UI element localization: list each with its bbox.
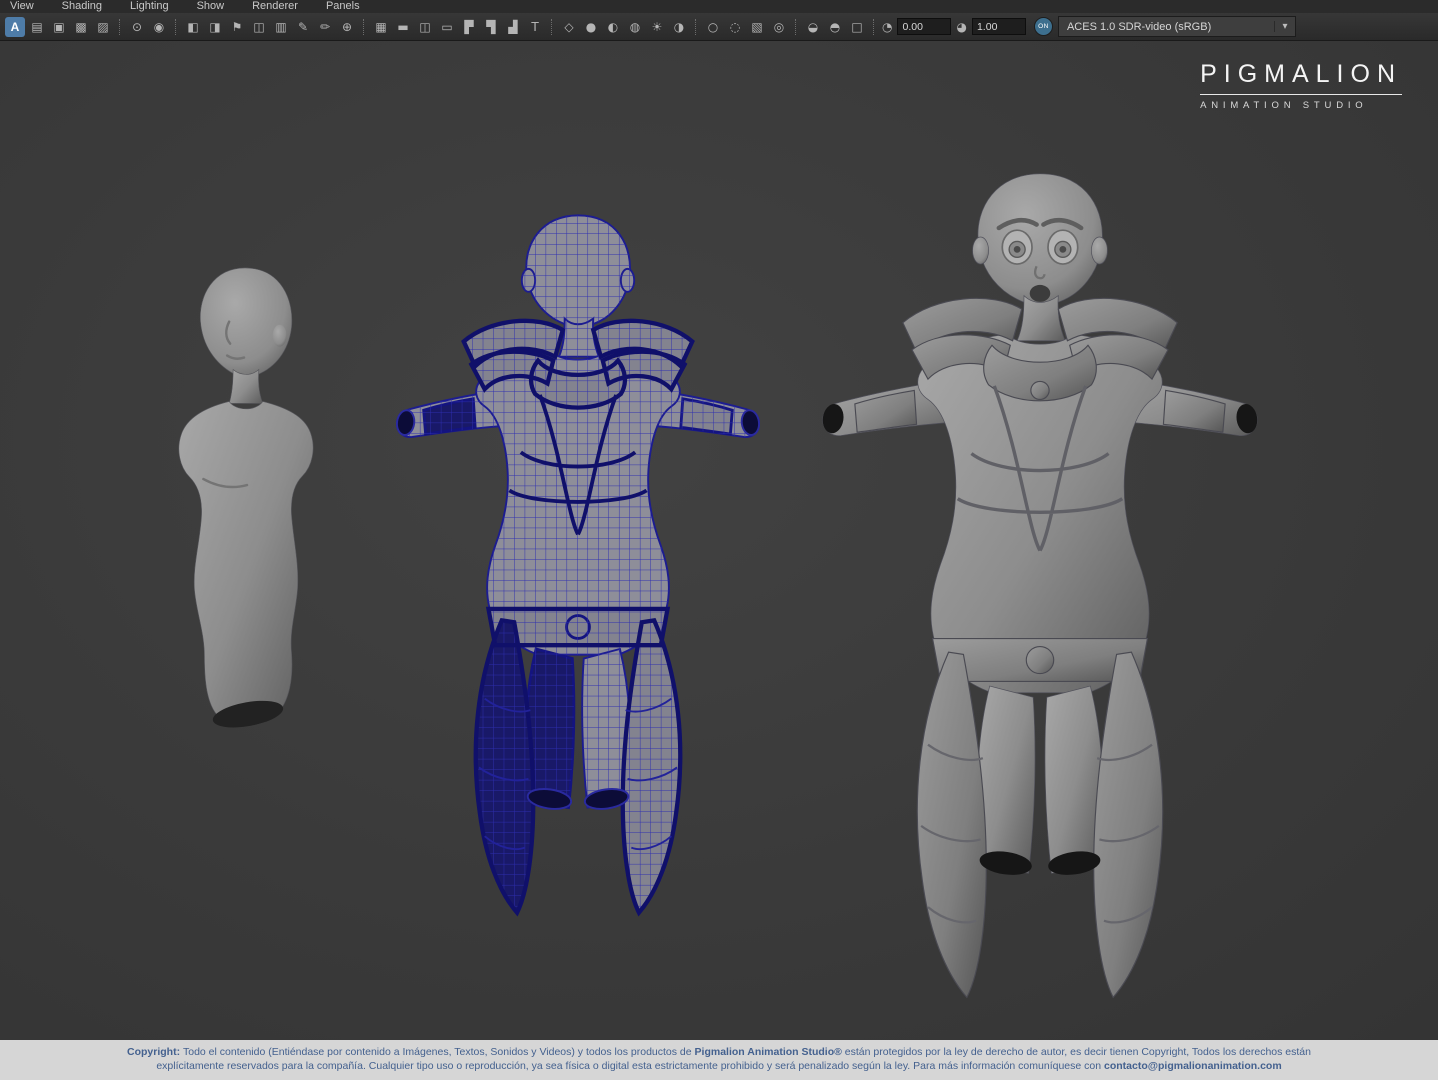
bust-ear (273, 325, 287, 347)
view-transform-toggle[interactable]: ON (1034, 17, 1053, 36)
model-wireframe[interactable] (378, 202, 778, 947)
open-mouth (1030, 285, 1051, 302)
menu-lighting[interactable]: Lighting (130, 0, 169, 13)
xray-icon[interactable]: ◌ (725, 17, 745, 37)
footer-bold-text: Copyright: (127, 1046, 183, 1058)
camera-icon[interactable]: ◧ (183, 17, 203, 37)
footer-text: están protegidos por la ley de derecho d… (842, 1046, 1311, 1058)
field-chart-icon[interactable]: ▛ (459, 17, 479, 37)
viewport-canvas[interactable]: PIGMALION ANIMATION STUDIO (0, 40, 1438, 1040)
bust-neck (229, 370, 263, 404)
exposure-icon[interactable]: ◔ (882, 20, 892, 34)
ear-right (1091, 237, 1107, 264)
safe-title-icon[interactable]: ▟ (503, 17, 523, 37)
bust-head (200, 268, 292, 377)
grid-icon[interactable]: ▦ (371, 17, 391, 37)
model-blockout-bust[interactable] (146, 252, 344, 750)
bust-torso (179, 401, 313, 725)
toolbar-separator (363, 19, 365, 35)
menu-shading[interactable]: Shading (62, 0, 102, 13)
image-plane-icon[interactable]: ◫ (249, 17, 269, 37)
menu-panels[interactable]: Panels (326, 0, 360, 13)
belt-buckle (1026, 647, 1053, 674)
flat-shade-icon[interactable]: ◐ (603, 17, 623, 37)
gate-mask-icon[interactable]: ▭ (437, 17, 457, 37)
toolbar-separator (795, 19, 797, 35)
hip-flap-left (917, 652, 986, 997)
default-material-icon[interactable]: ○ (703, 17, 723, 37)
colorspace-value: ACES 1.0 SDR-video (sRGB) (1067, 21, 1211, 33)
chest-gem (1031, 381, 1049, 399)
application-window: View Shading Lighting Show Renderer Pane… (0, 0, 1438, 1080)
menu-bar: View Shading Lighting Show Renderer Pane… (0, 0, 1438, 13)
checker-map-icon[interactable]: ▧ (747, 17, 767, 37)
select-component-icon[interactable]: ▩ (71, 17, 91, 37)
toolbar-separator (695, 19, 697, 35)
pencil-icon[interactable]: ✎ (293, 17, 313, 37)
footer-text: explícitamente reservados para la compañ… (156, 1060, 1104, 1072)
wireframe-cube-icon[interactable]: ◇ (559, 17, 579, 37)
status-toolbar: A▤▣▩▨⊙◉◧◨⚑◫▥✎✏⊕▦▬◫▭▛▜▟T◇●◐◍☀◑○◌▧◎◒◓□ ◔ ◕… (0, 13, 1438, 41)
menu-renderer[interactable]: Renderer (252, 0, 298, 13)
clapperboard-icon[interactable]: ▥ (271, 17, 291, 37)
footer-bold-text: contacto@pigmalionanimation.com (1104, 1060, 1282, 1072)
toolbar-separator (119, 19, 121, 35)
menu-view[interactable]: View (10, 0, 34, 13)
studio-logo: PIGMALION ANIMATION STUDIO (1200, 60, 1402, 111)
gamma-field[interactable] (972, 18, 1026, 35)
toolbar-separator (175, 19, 177, 35)
menu-show[interactable]: Show (197, 0, 225, 13)
copyright-line-2: explícitamente reservados para la compañ… (0, 1059, 1438, 1073)
chevron-down-icon[interactable]: ▾ (1274, 21, 1295, 32)
film-gate-icon[interactable]: ▬ (393, 17, 413, 37)
highlight-selection-icon[interactable]: ◉ (149, 17, 169, 37)
copyright-footer: Copyright: Todo el contenido (Entiéndase… (0, 1040, 1438, 1080)
select-object-icon[interactable]: ▣ (49, 17, 69, 37)
snapshot-icon[interactable]: □ (847, 17, 867, 37)
lighting-icon[interactable]: ☀ (647, 17, 667, 37)
toolbar-separator (551, 19, 553, 35)
wireframe-grid-overlay (378, 202, 778, 947)
playblast-icon[interactable]: ◨ (205, 17, 225, 37)
add-marker-icon[interactable]: ⊕ (337, 17, 357, 37)
toolbar-separator (873, 19, 875, 35)
paste-buffer-icon[interactable]: ◓ (825, 17, 845, 37)
isolate-select-icon[interactable]: ◎ (769, 17, 789, 37)
gamma-icon[interactable]: ◕ (956, 20, 966, 34)
neck (1017, 296, 1065, 341)
hud-text-icon[interactable]: T (525, 17, 545, 37)
logo-title: PIGMALION (1200, 60, 1402, 95)
lock-selection-icon[interactable]: ⊙ (127, 17, 147, 37)
resolution-gate-icon[interactable]: ◫ (415, 17, 435, 37)
colorspace-dropdown[interactable]: ACES 1.0 SDR-video (sRGB) ▾ (1058, 16, 1296, 37)
copy-buffer-icon[interactable]: ◒ (803, 17, 823, 37)
textured-shade-icon[interactable]: ◍ (625, 17, 645, 37)
logo-subtitle: ANIMATION STUDIO (1200, 100, 1402, 111)
exposure-field[interactable] (897, 18, 951, 35)
ear-left (973, 237, 989, 264)
hip-flap-right (1094, 652, 1163, 997)
footer-text: Todo el contenido (Entiéndase por conten… (183, 1046, 695, 1058)
grease-pencil-icon[interactable]: ✏ (315, 17, 335, 37)
select-hierarchy-icon[interactable]: ▤ (27, 17, 47, 37)
select-asset-icon[interactable]: ▨ (93, 17, 113, 37)
shadows-icon[interactable]: ◑ (669, 17, 689, 37)
smooth-shade-icon[interactable]: ● (581, 17, 601, 37)
model-final-sculpt[interactable] (800, 158, 1280, 1038)
bookmark-icon[interactable]: ⚑ (227, 17, 247, 37)
safe-action-icon[interactable]: ▜ (481, 17, 501, 37)
toolbar-icon-group: A▤▣▩▨⊙◉◧◨⚑◫▥✎✏⊕▦▬◫▭▛▜▟T◇●◐◍☀◑○◌▧◎◒◓□ (4, 17, 880, 37)
selection-mask-all-icon[interactable]: A (5, 17, 25, 37)
copyright-line-1: Copyright: Todo el contenido (Entiéndase… (0, 1045, 1438, 1059)
footer-bold-text: Pigmalion Animation Studio® (695, 1046, 842, 1058)
